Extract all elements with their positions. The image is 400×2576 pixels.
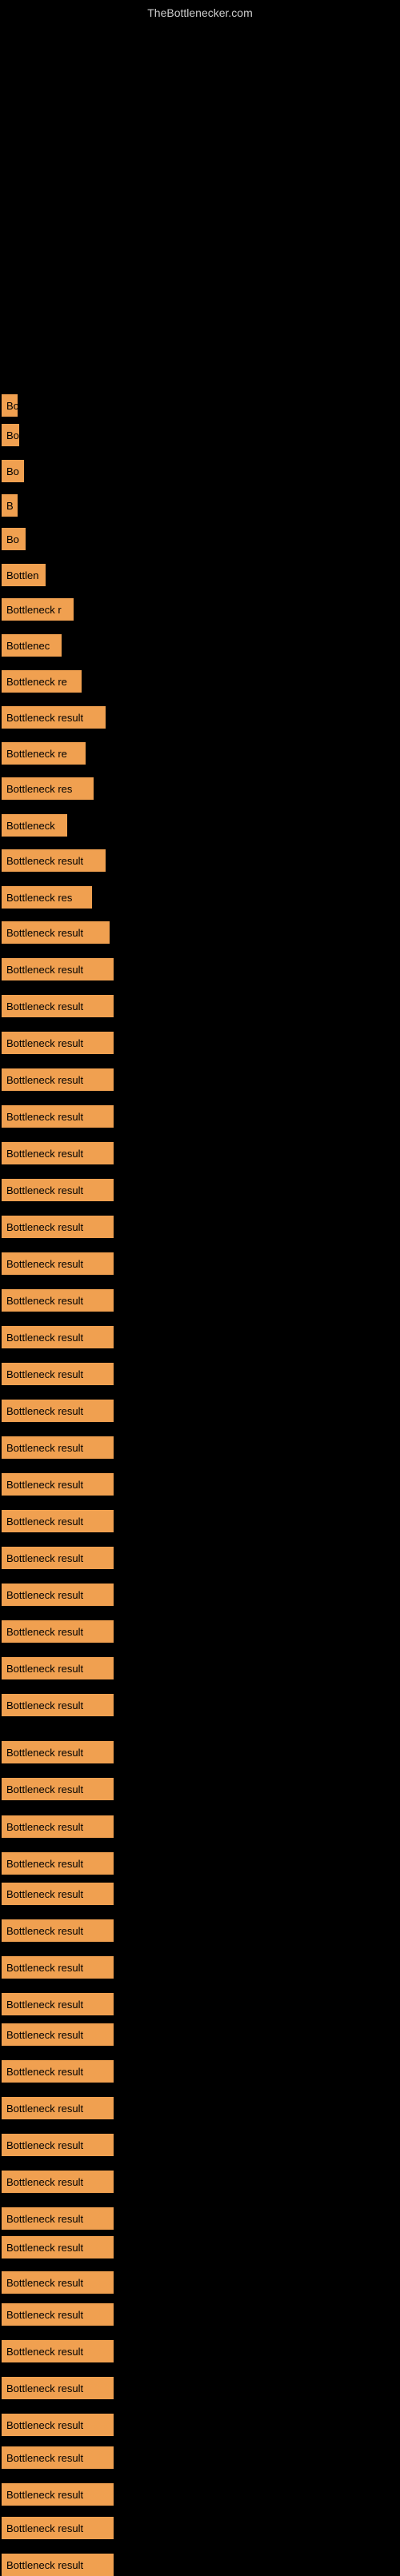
bottleneck-result-item[interactable]: Bottleneck result <box>2 1216 114 1238</box>
bottleneck-result-item[interactable]: Bottleneck result <box>2 2483 114 2506</box>
bottleneck-result-item[interactable]: Bottleneck result <box>2 958 114 980</box>
bottleneck-result-item[interactable]: Bottleneck result <box>2 1326 114 1348</box>
bottleneck-result-item[interactable]: Bottleneck result <box>2 2554 114 2576</box>
bottleneck-result-item[interactable]: Bottleneck result <box>2 1852 114 1875</box>
bottleneck-result-item[interactable]: Bottleneck result <box>2 1620 114 1643</box>
bottleneck-result-item[interactable]: Bottleneck result <box>2 1956 114 1979</box>
bottleneck-result-item[interactable]: Bottleneck result <box>2 1584 114 1606</box>
bottleneck-result-item[interactable]: Bo <box>2 460 24 482</box>
bottleneck-result-item[interactable]: Bottlen <box>2 564 46 586</box>
bottleneck-result-item[interactable]: Bottleneck result <box>2 1993 114 2015</box>
bottleneck-result-item[interactable]: Bottleneck result <box>2 1510 114 1532</box>
bottleneck-result-item[interactable]: Bottleneck result <box>2 706 106 729</box>
bottleneck-result-item[interactable]: Bottleneck result <box>2 394 18 417</box>
bottleneck-result-item[interactable]: B <box>2 494 18 517</box>
bottleneck-result-item[interactable]: Bottleneck result <box>2 1179 114 1201</box>
bottleneck-result-item[interactable]: Bottleneck r <box>2 598 74 621</box>
bottleneck-result-item[interactable]: Bottleneck result <box>2 849 106 872</box>
bottleneck-result-item[interactable]: Bottleneck result <box>2 1815 114 1838</box>
bottleneck-result-item[interactable]: Bottleneck res <box>2 886 92 909</box>
bottleneck-result-item[interactable]: Bottleneck result <box>2 1289 114 1312</box>
bottleneck-result-item[interactable]: Bottleneck result <box>2 1778 114 1800</box>
bottleneck-result-item[interactable]: Bottleneck result <box>2 995 114 1017</box>
bottleneck-result-item[interactable]: Bottleneck result <box>2 1032 114 1054</box>
bottleneck-result-item[interactable]: Bo <box>2 528 26 550</box>
bottleneck-result-item[interactable]: Bottleneck result <box>2 1741 114 1763</box>
bottleneck-result-item[interactable]: Bottleneck result <box>2 1068 114 1091</box>
bottleneck-result-item[interactable]: Bottleneck result <box>2 1547 114 1569</box>
bottleneck-result-item[interactable]: Bottleneck re <box>2 670 82 693</box>
site-title: TheBottlenecker.com <box>147 6 253 19</box>
bottleneck-result-item[interactable]: Bottleneck result <box>2 1105 114 1128</box>
bottleneck-result-item[interactable]: Bottleneck result <box>2 921 110 944</box>
bottleneck-result-item[interactable]: Bottleneck result <box>2 2097 114 2119</box>
bottleneck-result-item[interactable]: Bottleneck result <box>2 1436 114 1459</box>
bottleneck-result-item[interactable]: Bottleneck result <box>2 1363 114 1385</box>
bottleneck-result-item[interactable]: Bottleneck result <box>2 424 19 446</box>
bottleneck-result-item[interactable]: Bottleneck result <box>2 2377 114 2399</box>
bottleneck-result-item[interactable]: Bottleneck <box>2 814 67 837</box>
bottleneck-result-item[interactable]: Bottleneck result <box>2 1400 114 1422</box>
bottleneck-result-item[interactable]: Bottleneck result <box>2 2207 114 2230</box>
bottleneck-result-item[interactable]: Bottleneck result <box>2 2446 114 2469</box>
bottleneck-result-item[interactable]: Bottleneck result <box>2 2340 114 2362</box>
bottleneck-result-item[interactable]: Bottleneck result <box>2 2023 114 2046</box>
bottleneck-result-item[interactable]: Bottleneck result <box>2 1919 114 1942</box>
bottleneck-result-item[interactable]: Bottlenec <box>2 634 62 657</box>
bottleneck-result-item[interactable]: Bottleneck result <box>2 1142 114 1164</box>
bottleneck-result-item[interactable]: Bottleneck result <box>2 2414 114 2436</box>
bottleneck-result-item[interactable]: Bottleneck res <box>2 777 94 800</box>
bottleneck-result-item[interactable]: Bottleneck result <box>2 1883 114 1905</box>
bottleneck-result-item[interactable]: Bottleneck result <box>2 2171 114 2193</box>
bottleneck-result-item[interactable]: Bottleneck result <box>2 2271 114 2294</box>
bottleneck-result-item[interactable]: Bottleneck result <box>2 1657 114 1679</box>
bottleneck-result-item[interactable]: Bottleneck result <box>2 1694 114 1716</box>
bottleneck-result-item[interactable]: Bottleneck result <box>2 1252 114 1275</box>
bottleneck-result-item[interactable]: Bottleneck result <box>2 2303 114 2326</box>
bottleneck-result-item[interactable]: Bottleneck result <box>2 2060 114 2083</box>
bottleneck-result-item[interactable]: Bottleneck result <box>2 1473 114 1496</box>
bottleneck-result-item[interactable]: Bottleneck result <box>2 2517 114 2539</box>
bottleneck-result-item[interactable]: Bottleneck result <box>2 2236 114 2258</box>
bottleneck-result-item[interactable]: Bottleneck result <box>2 2134 114 2156</box>
bottleneck-result-item[interactable]: Bottleneck re <box>2 742 86 765</box>
